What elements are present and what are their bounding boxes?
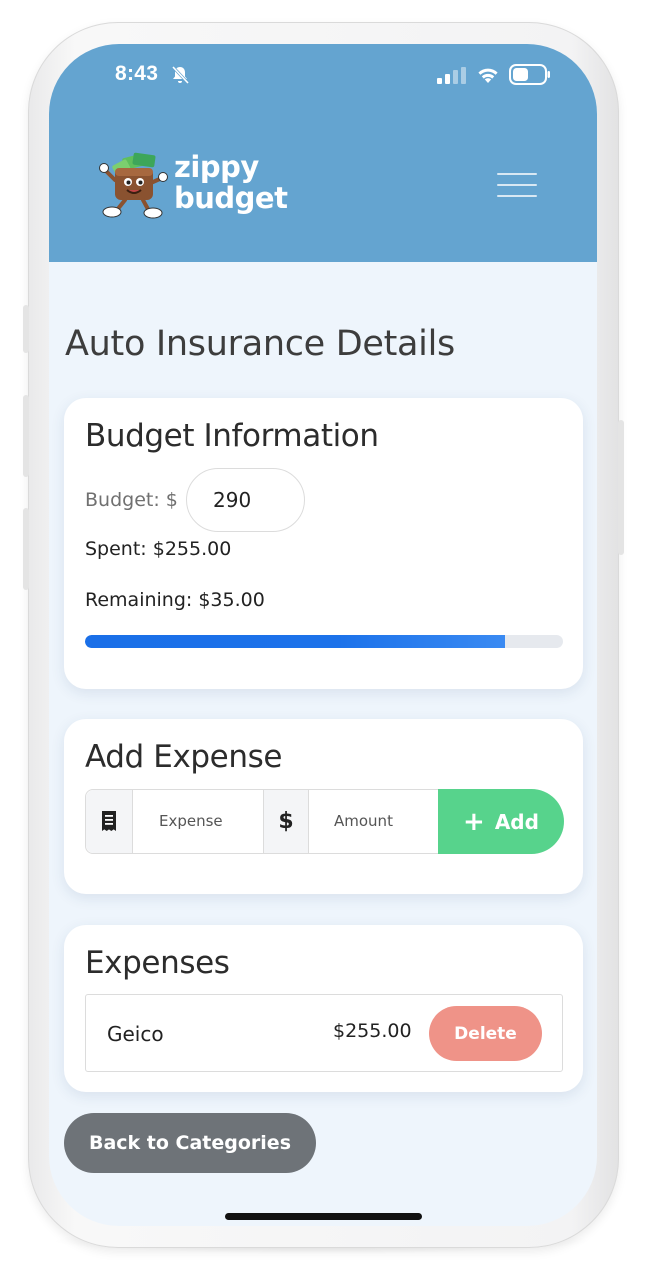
expense-placeholder: Expense bbox=[159, 812, 223, 830]
home-indicator bbox=[225, 1213, 422, 1220]
budget-progress-fill bbox=[85, 635, 506, 648]
back-to-categories-button[interactable]: Back to Categories bbox=[64, 1113, 316, 1173]
page-title: Auto Insurance Details bbox=[65, 324, 455, 364]
status-time: 8:43 bbox=[115, 62, 159, 85]
expense-name: Geico bbox=[107, 1022, 164, 1046]
add-button-label: Add bbox=[494, 809, 539, 834]
budget-information-card: Budget Information Budget: $ 290 Spent: … bbox=[64, 398, 583, 689]
budget-input[interactable]: 290 bbox=[186, 468, 305, 532]
logo-mascot-icon bbox=[99, 152, 168, 219]
remaining-text: Remaining: $35.00 bbox=[85, 589, 265, 611]
wifi-icon bbox=[478, 68, 498, 83]
budget-progress-bar bbox=[85, 635, 563, 648]
power-button bbox=[618, 420, 624, 555]
expense-field[interactable]: Expense bbox=[85, 789, 264, 854]
volume-down-button bbox=[23, 508, 29, 590]
signal-icon bbox=[437, 67, 466, 84]
volume-up-button bbox=[23, 395, 29, 477]
amount-placeholder: Amount bbox=[334, 812, 393, 830]
expense-list-item: Geico $255.00 Delete bbox=[85, 994, 563, 1072]
expenses-title: Expenses bbox=[85, 945, 230, 981]
receipt-icon bbox=[86, 790, 133, 853]
logo-line-1: zippy bbox=[174, 150, 259, 184]
logo-line-2: budget bbox=[174, 181, 288, 215]
spent-text: Spent: $255.00 bbox=[85, 538, 232, 560]
plus-icon: + bbox=[463, 806, 485, 837]
app-screen: 8:43 zippy budget Auto Insurance Details… bbox=[49, 44, 597, 1226]
app-logo-text: zippy budget bbox=[174, 150, 288, 215]
expenses-card: Expenses Geico $255.00 Delete bbox=[64, 925, 583, 1092]
app-header: 8:43 zippy budget bbox=[49, 44, 597, 262]
add-expense-title: Add Expense bbox=[85, 739, 283, 775]
hamburger-menu-icon[interactable] bbox=[497, 173, 537, 203]
add-expense-button[interactable]: + Add bbox=[438, 789, 564, 854]
battery-icon bbox=[509, 64, 550, 85]
amount-field[interactable]: $ Amount bbox=[263, 789, 439, 854]
mute-switch bbox=[23, 305, 29, 353]
budget-label: Budget: $ bbox=[85, 489, 178, 511]
bell-off-icon bbox=[171, 65, 190, 85]
add-expense-input-group: Expense $ Amount + Add bbox=[85, 789, 564, 854]
delete-expense-button[interactable]: Delete bbox=[429, 1006, 542, 1061]
dollar-icon: $ bbox=[264, 790, 309, 853]
expense-amount: $255.00 bbox=[333, 1020, 412, 1042]
budget-card-title: Budget Information bbox=[85, 418, 379, 454]
add-expense-card: Add Expense Expense $ Amount + Add bbox=[64, 719, 583, 894]
